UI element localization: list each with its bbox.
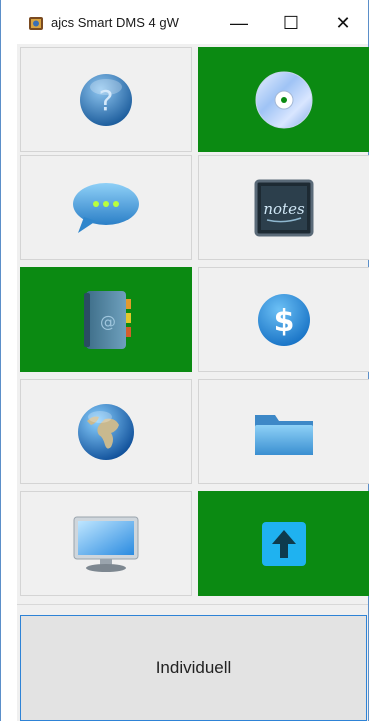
svg-text:?: ? bbox=[99, 84, 114, 117]
divider bbox=[17, 604, 368, 605]
title-bar[interactable]: ajcs Smart DMS 4 gW — ☐ ✕ bbox=[1, 0, 368, 44]
tile-folder[interactable] bbox=[198, 379, 369, 484]
window-title: ajcs Smart DMS 4 gW bbox=[51, 15, 179, 30]
app-window: ajcs Smart DMS 4 gW — ☐ ✕ ? notes @ $ In… bbox=[0, 0, 369, 721]
tile-chat[interactable] bbox=[20, 155, 192, 260]
dollar-icon: $ bbox=[258, 293, 310, 346]
tile-monitor[interactable] bbox=[20, 491, 192, 596]
individuell-button[interactable]: Individuell bbox=[20, 615, 367, 721]
tile-disc[interactable] bbox=[198, 47, 369, 152]
cd-disc-icon bbox=[255, 71, 313, 128]
notes-icon: notes bbox=[254, 179, 314, 236]
up-arrow-icon bbox=[262, 521, 306, 566]
tile-notes[interactable]: notes bbox=[198, 155, 369, 260]
tile-upload[interactable] bbox=[198, 491, 369, 596]
main-panel: ? notes @ $ Individuell bbox=[17, 44, 369, 721]
close-button[interactable]: ✕ bbox=[321, 8, 365, 38]
tile-dollar[interactable]: $ bbox=[198, 267, 369, 372]
address-book-icon-text: @ bbox=[100, 312, 116, 331]
dollar-icon-text: $ bbox=[274, 304, 295, 339]
tile-address-book[interactable]: @ bbox=[20, 267, 192, 372]
folder-icon bbox=[255, 414, 313, 455]
globe-icon bbox=[78, 403, 134, 460]
app-icon bbox=[29, 17, 43, 30]
address-book-icon: @ bbox=[84, 290, 131, 349]
maximize-button[interactable]: ☐ bbox=[269, 8, 313, 38]
notes-icon-text: notes bbox=[263, 200, 305, 218]
tile-globe[interactable] bbox=[20, 379, 192, 484]
monitor-icon bbox=[73, 516, 139, 572]
question-icon: ? bbox=[80, 73, 132, 126]
chat-bubble-icon bbox=[73, 182, 139, 233]
minimize-button[interactable]: — bbox=[217, 8, 261, 38]
tile-help[interactable]: ? bbox=[20, 47, 192, 152]
